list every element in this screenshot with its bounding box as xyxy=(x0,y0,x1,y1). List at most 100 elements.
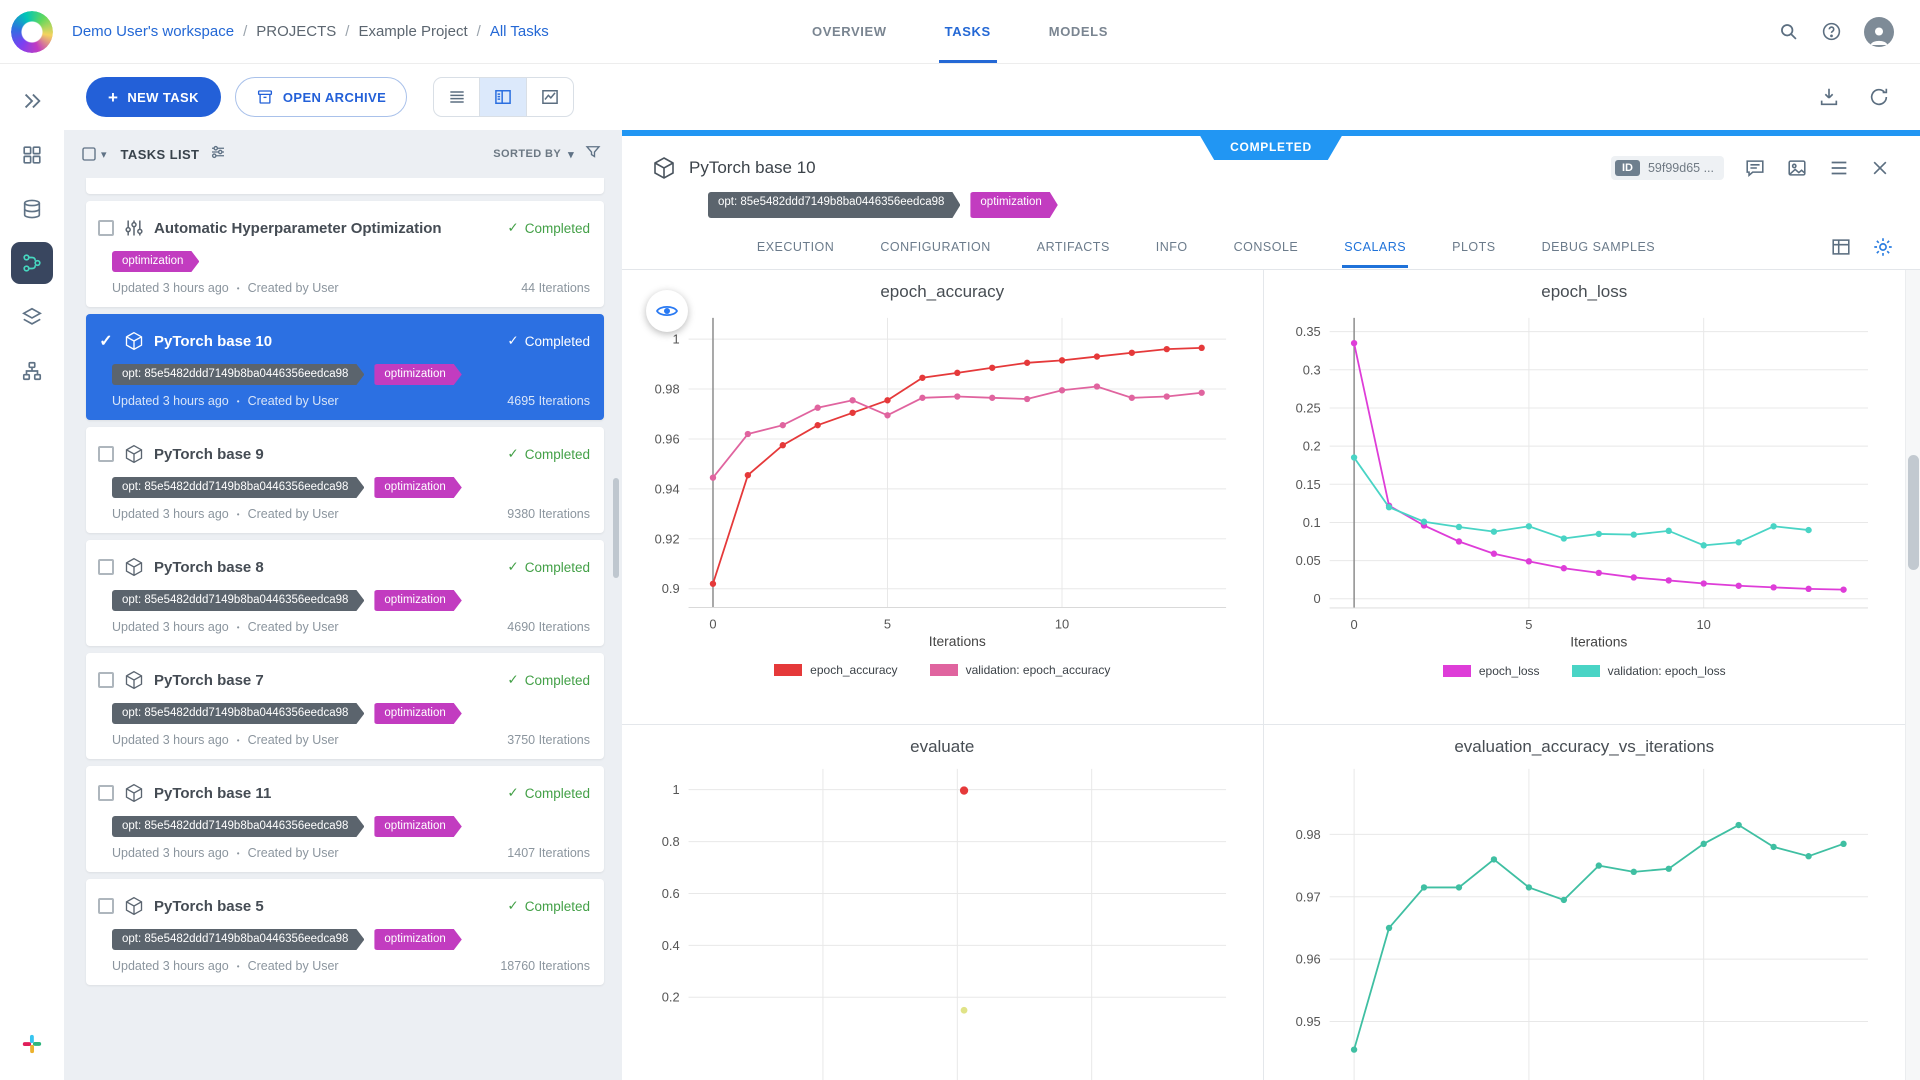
cutoff-task-card[interactable] xyxy=(86,178,604,194)
optimization-tag[interactable]: optimization xyxy=(374,590,461,611)
image-icon[interactable] xyxy=(1786,157,1808,179)
optimization-tag[interactable]: optimization xyxy=(970,192,1057,218)
comment-icon[interactable] xyxy=(1744,157,1766,179)
legend-item[interactable]: epoch_accuracy xyxy=(774,663,897,677)
opt-tag[interactable]: opt: 85e5482ddd7149b8ba0446356eedca98 xyxy=(112,477,364,498)
task-card[interactable]: PyTorch base 7 ✓ Completed opt: 85e5482d… xyxy=(86,653,604,759)
tab-console[interactable]: CONSOLE xyxy=(1232,226,1301,268)
dot-separator: • xyxy=(237,284,240,293)
task-card[interactable]: PyTorch base 9 ✓ Completed opt: 85e5482d… xyxy=(86,427,604,533)
chart-view-button[interactable] xyxy=(527,77,574,117)
task-checkbox[interactable] xyxy=(98,785,114,801)
dot-separator: • xyxy=(237,397,240,406)
tab-scalars[interactable]: SCALARS xyxy=(1342,226,1408,268)
task-card-row: PyTorch base 7 ✓ Completed xyxy=(98,665,590,695)
legend-item[interactable]: validation: epoch_accuracy xyxy=(930,663,1111,677)
open-archive-label: OPEN ARCHIVE xyxy=(283,90,386,105)
optimization-tag[interactable]: optimization xyxy=(112,251,199,272)
task-checkbox[interactable] xyxy=(98,220,114,236)
user-avatar[interactable] xyxy=(1864,17,1894,47)
tab-configuration[interactable]: CONFIGURATION xyxy=(878,226,992,268)
tab-models[interactable]: MODELS xyxy=(1023,0,1134,63)
opt-tag[interactable]: opt: 85e5482ddd7149b8ba0446356eedca98 xyxy=(708,192,960,218)
pipelines-icon[interactable] xyxy=(11,242,53,284)
task-card[interactable]: PyTorch base 11 ✓ Completed opt: 85e5482… xyxy=(86,766,604,872)
opt-tag[interactable]: opt: 85e5482ddd7149b8ba0446356eedca98 xyxy=(112,929,364,950)
breadcrumb-all-tasks[interactable]: All Tasks xyxy=(490,23,549,40)
detail-scrollbar-thumb[interactable] xyxy=(1908,455,1919,570)
svg-text:0.98: 0.98 xyxy=(654,381,679,396)
task-created: Created by User xyxy=(248,733,339,747)
tasks-scrollbar-thumb[interactable] xyxy=(613,478,619,578)
sidebar-expand-icon[interactable] xyxy=(11,80,53,122)
legend-item[interactable]: epoch_loss xyxy=(1443,664,1540,678)
tab-plots[interactable]: PLOTS xyxy=(1450,226,1498,268)
settings-gear-icon[interactable] xyxy=(1872,236,1894,258)
task-checkbox[interactable] xyxy=(98,898,114,914)
search-icon[interactable] xyxy=(1778,21,1799,42)
tab-artifacts[interactable]: ARTIFACTS xyxy=(1035,226,1112,268)
optimization-tag[interactable]: optimization xyxy=(374,816,461,837)
optimization-tag[interactable]: optimization xyxy=(374,364,461,385)
task-checkbox[interactable] xyxy=(98,559,114,575)
tab-execution[interactable]: EXECUTION xyxy=(755,226,836,268)
task-status: ✓ Completed xyxy=(507,672,590,688)
filter-icon[interactable] xyxy=(584,143,602,166)
hide-plots-eye-button[interactable] xyxy=(646,290,688,332)
breadcrumb-projects[interactable]: PROJECTS xyxy=(256,23,336,40)
task-id-pill[interactable]: ID 59f99d65 ... xyxy=(1611,156,1724,180)
column-settings-icon[interactable] xyxy=(209,143,227,166)
table-view-button[interactable] xyxy=(433,77,480,117)
evaluate-chart[interactable]: 0.20.40.60.81 xyxy=(635,759,1250,1080)
sorted-by-dropdown[interactable]: SORTED BY ▾ xyxy=(493,148,574,161)
slack-icon[interactable] xyxy=(21,1033,43,1060)
optimization-tag[interactable]: optimization xyxy=(374,477,461,498)
task-checkbox[interactable] xyxy=(98,672,114,688)
clearml-logo[interactable] xyxy=(0,11,64,53)
chart-legend: epoch_accuracy validation: epoch_accuracy xyxy=(622,663,1263,677)
split-view-icon xyxy=(493,87,513,107)
reports-icon[interactable] xyxy=(11,296,53,338)
task-card[interactable]: PyTorch base 5 ✓ Completed opt: 85e5482d… xyxy=(86,879,604,985)
opt-tag[interactable]: opt: 85e5482ddd7149b8ba0446356eedca98 xyxy=(112,703,364,724)
tab-info[interactable]: INFO xyxy=(1154,226,1190,268)
task-checkbox[interactable] xyxy=(98,446,114,462)
split-view-button[interactable] xyxy=(480,77,527,117)
task-selected-check-icon[interactable]: ✓ xyxy=(98,331,114,351)
opt-tag[interactable]: opt: 85e5482ddd7149b8ba0446356eedca98 xyxy=(112,364,364,385)
epoch-loss-chart[interactable]: 00.050.10.150.20.250.30.350510Iterations xyxy=(1276,304,1892,654)
task-card[interactable]: Automatic Hyperparameter Optimization ✓ … xyxy=(86,201,604,307)
close-icon[interactable] xyxy=(1870,158,1890,178)
detail-scrollbar-track[interactable] xyxy=(1905,270,1920,1080)
workers-icon[interactable] xyxy=(11,350,53,392)
epoch-accuracy-chart[interactable]: 0.90.920.940.960.9810510Iterations xyxy=(635,304,1250,653)
opt-tag[interactable]: opt: 85e5482ddd7149b8ba0446356eedca98 xyxy=(112,590,364,611)
select-all-checkbox[interactable]: ▾ xyxy=(80,145,107,163)
task-card[interactable]: ✓ PyTorch base 10 ✓ Completed opt: 85e54… xyxy=(86,314,604,420)
task-iterations: 1407 Iterations xyxy=(507,846,590,860)
projects-icon[interactable] xyxy=(11,134,53,176)
task-card[interactable]: PyTorch base 8 ✓ Completed opt: 85e5482d… xyxy=(86,540,604,646)
new-task-button[interactable]: + NEW TASK xyxy=(86,77,221,117)
hpo-task-icon xyxy=(124,218,144,238)
breadcrumb-workspace[interactable]: Demo User's workspace xyxy=(72,23,234,40)
detail-header-actions: ID 59f99d65 ... xyxy=(1611,156,1890,180)
optimization-tag[interactable]: optimization xyxy=(374,929,461,950)
auto-refresh-icon[interactable] xyxy=(1868,86,1890,108)
tab-overview[interactable]: OVERVIEW xyxy=(786,0,913,63)
view-toggle-group xyxy=(433,77,574,117)
help-icon[interactable] xyxy=(1821,21,1842,42)
tab-tasks[interactable]: TASKS xyxy=(919,0,1017,63)
optimization-tag[interactable]: optimization xyxy=(374,703,461,724)
opt-tag[interactable]: opt: 85e5482ddd7149b8ba0446356eedca98 xyxy=(112,816,364,837)
breadcrumb-project[interactable]: Example Project xyxy=(358,23,467,40)
evaluation-accuracy-chart[interactable]: 0.950.960.970.98 xyxy=(1276,759,1892,1080)
legend-item[interactable]: validation: epoch_loss xyxy=(1572,664,1726,678)
id-badge: ID xyxy=(1615,160,1640,176)
datasets-icon[interactable] xyxy=(11,188,53,230)
download-icon[interactable] xyxy=(1818,86,1840,108)
open-archive-button[interactable]: OPEN ARCHIVE xyxy=(235,77,407,117)
metrics-table-icon[interactable] xyxy=(1830,236,1852,258)
tab-debug-samples[interactable]: DEBUG SAMPLES xyxy=(1540,226,1657,268)
menu-icon[interactable] xyxy=(1828,157,1850,179)
